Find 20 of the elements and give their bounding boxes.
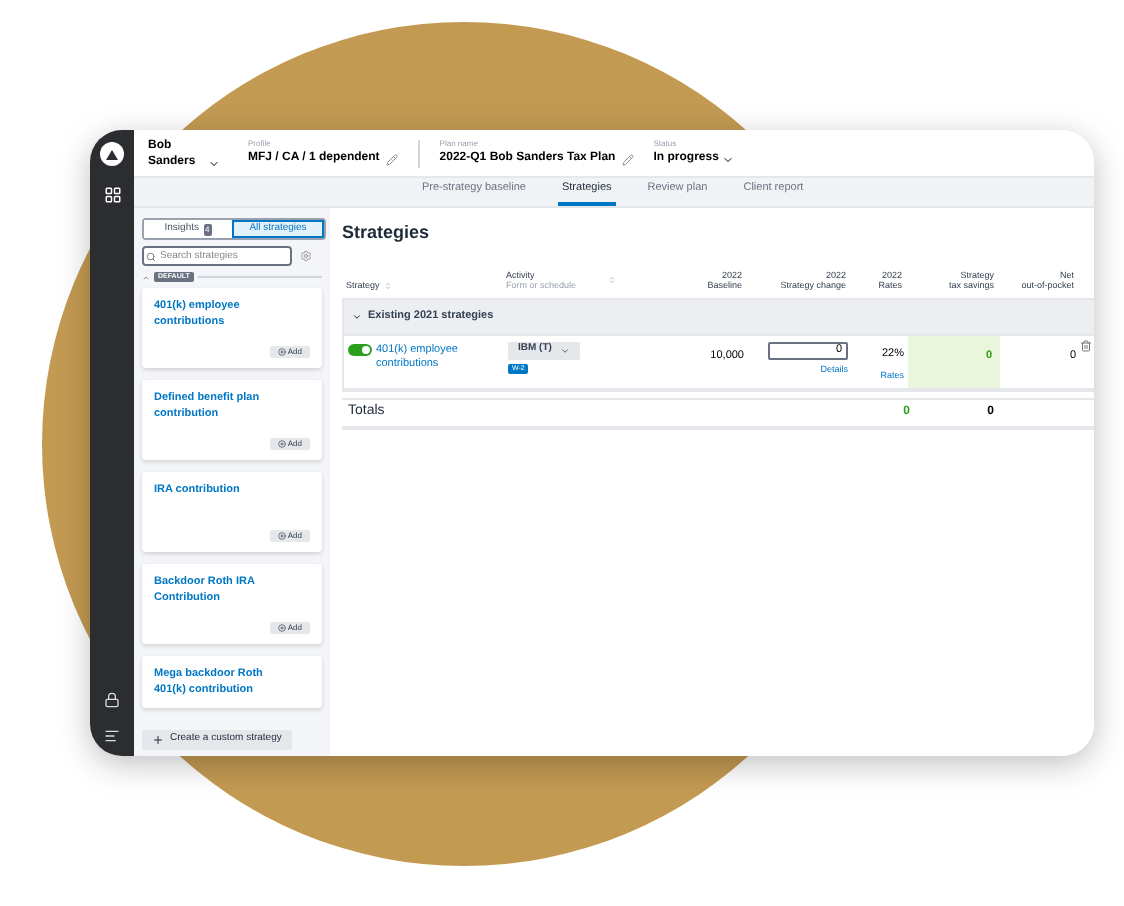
chevron-down-icon[interactable] [208, 157, 220, 169]
plus-circle-icon [277, 532, 286, 541]
search-icon [146, 251, 156, 261]
plus-icon [152, 734, 164, 746]
chevron-down-icon [559, 345, 570, 355]
plus-circle-icon [277, 624, 286, 633]
plus-circle-icon [277, 348, 286, 357]
toggle-switch[interactable] [348, 343, 372, 355]
lock-icon[interactable] [104, 692, 120, 708]
grid-icon[interactable] [103, 186, 121, 204]
plus-circle-icon [277, 440, 286, 449]
chevron-down-icon [352, 311, 362, 321]
edit-icon[interactable] [621, 153, 634, 165]
delete-icon[interactable] [1080, 339, 1092, 351]
logo-icon [100, 142, 124, 166]
chevron-down-icon[interactable] [722, 153, 735, 165]
edit-icon[interactable] [385, 153, 398, 165]
menu-icon[interactable] [104, 728, 120, 744]
page-title: Strategies [342, 220, 432, 246]
settings-icon[interactable] [300, 250, 312, 262]
